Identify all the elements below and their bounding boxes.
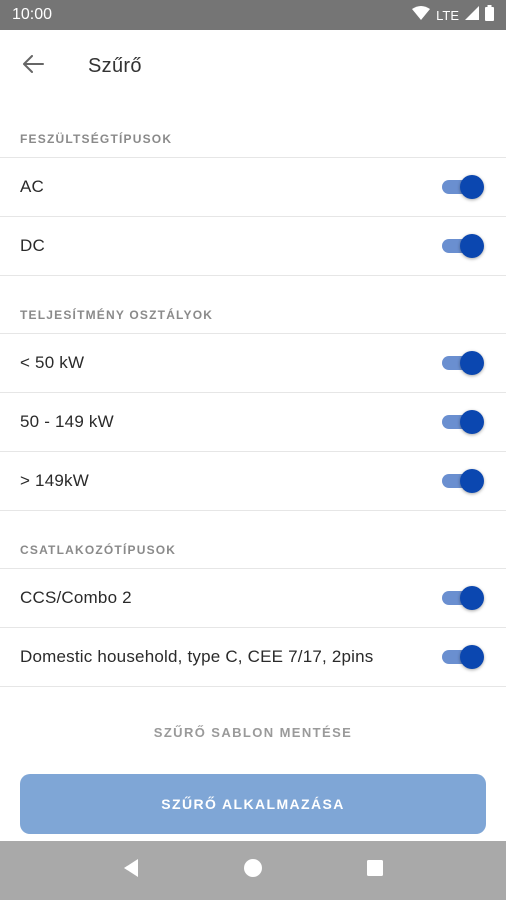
battery-icon [485,4,494,26]
nav-back-button[interactable] [111,851,151,891]
section-header-voltage-types: FESZÜLTSÉGTÍPUSOK [0,102,506,158]
toggle-switch-over-149kw[interactable] [442,466,484,496]
status-icons: LTE [412,4,494,26]
filter-row-ccs-combo2[interactable]: CCS/Combo 2 [0,569,506,628]
filter-row-over-149kw[interactable]: > 149kW [0,452,506,511]
wifi-icon [412,5,431,25]
filter-list: FESZÜLTSÉGTÍPUSOK AC DC TELJESÍTMÉNY OSZ… [0,102,506,687]
filter-row-ac[interactable]: AC [0,158,506,217]
filter-label: AC [20,177,45,196]
filter-label: DC [20,236,45,255]
toggle-switch-ac[interactable] [442,172,484,202]
filter-row-domestic-type-c[interactable]: Domestic household, type C, CEE 7/17, 2p… [0,628,506,687]
toggle-switch-under-50kw[interactable] [442,348,484,378]
filter-label: 50 - 149 kW [20,412,114,431]
recents-square-icon [366,859,384,882]
filter-row-dc[interactable]: DC [0,217,506,276]
signal-icon [465,5,479,25]
toggle-switch-domestic-type-c[interactable] [442,642,484,672]
filter-label: > 149kW [20,471,89,490]
filter-row-under-50kw[interactable]: < 50 kW [0,334,506,393]
nav-recents-button[interactable] [355,851,395,891]
toggle-switch-dc[interactable] [442,231,484,261]
network-type: LTE [436,7,459,23]
save-filter-template-button[interactable]: SZŰRŐ SABLON MENTÉSE [0,725,506,749]
filter-label: CCS/Combo 2 [20,588,132,607]
app-bar: Szűrő [0,30,506,102]
page-title: Szűrő [88,54,142,77]
system-nav-bar [0,841,506,900]
status-bar: 10:00 LTE [0,0,506,30]
filter-label: Domestic household, type C, CEE 7/17, 2p… [20,647,374,666]
nav-home-button[interactable] [233,851,273,891]
status-time: 10:00 [12,6,53,23]
arrow-left-icon [22,54,44,78]
back-triangle-icon [122,858,140,883]
section-header-connector-types: CSATLAKOZÓTÍPUSOK [0,511,506,569]
apply-filter-button[interactable]: SZŰRŐ ALKALMAZÁSA [20,774,486,834]
toggle-switch-ccs-combo2[interactable] [442,583,484,613]
back-button[interactable] [0,30,70,102]
toggle-switch-50-149kw[interactable] [442,407,484,437]
filter-row-50-149kw[interactable]: 50 - 149 kW [0,393,506,452]
filter-label: < 50 kW [20,353,85,372]
section-header-power-classes: TELJESÍTMÉNY OSZTÁLYOK [0,276,506,334]
home-circle-icon [243,858,263,883]
